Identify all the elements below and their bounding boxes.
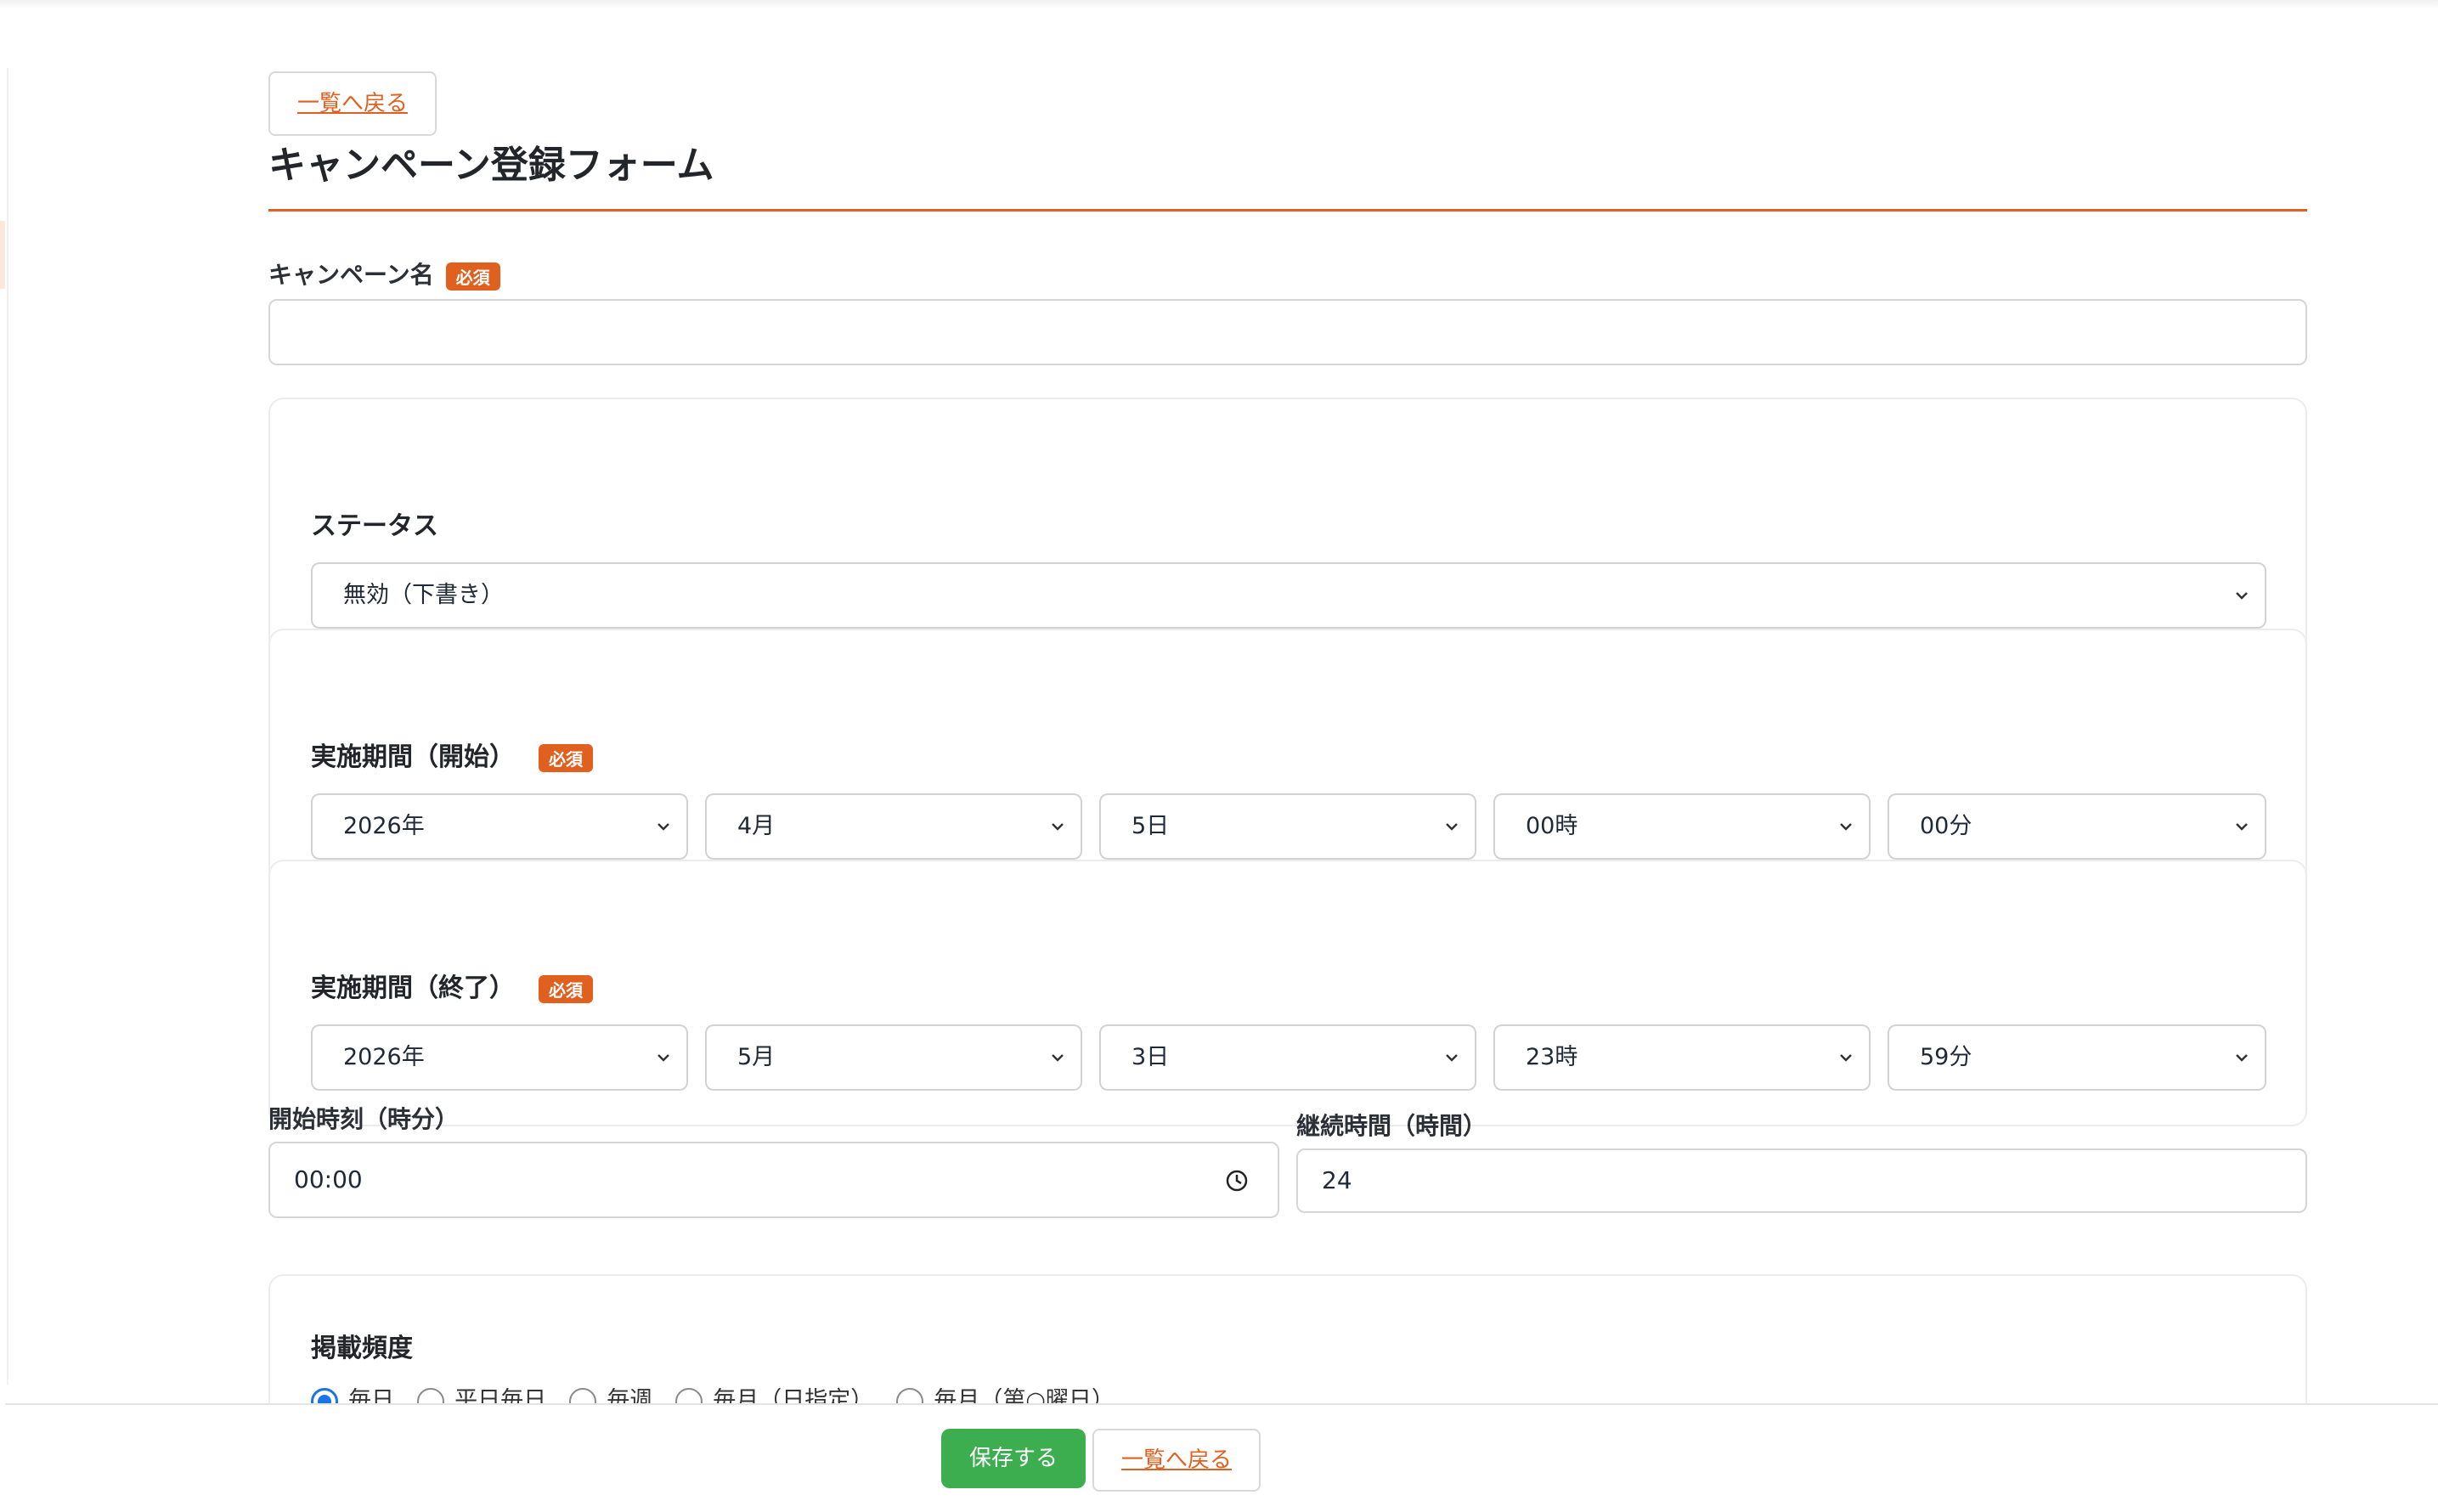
start-time-input[interactable]: 00:00 [268, 1142, 1279, 1218]
start-hour-value: 00時 [1526, 813, 1578, 839]
chevron-down-icon [1052, 1054, 1064, 1062]
chevron-down-icon [1446, 823, 1458, 831]
period-end-title: 実施期間（終了） 必須 [311, 967, 593, 1004]
start-year-select[interactable]: 2026年 [311, 793, 688, 860]
status-title: ステータス [311, 511, 438, 541]
status-select-value: 無効（下書き） [343, 582, 504, 608]
start-time-label: 開始時刻（時分） [268, 1105, 460, 1133]
end-year-value: 2026年 [343, 1044, 425, 1070]
end-day-select[interactable]: 3日 [1099, 1024, 1476, 1091]
period-end-card: 実施期間（終了） 必須 2026年 5月 3日 23時 59分 [268, 860, 2307, 1126]
status-select[interactable]: 無効（下書き） [311, 562, 2266, 629]
status-card: ステータス 無効（下書き） [268, 398, 2307, 664]
required-badge: 必須 [539, 744, 593, 772]
save-button[interactable]: 保存する [941, 1429, 1086, 1488]
end-minute-select[interactable]: 59分 [1888, 1024, 2266, 1091]
page-title: キャンペーン登録フォーム [268, 144, 714, 187]
clock-icon[interactable] [1225, 1169, 1249, 1193]
chevron-down-icon [1446, 1054, 1458, 1062]
duration-value: 24 [1322, 1166, 1352, 1194]
back-to-list-button[interactable]: 一覧へ戻る [268, 71, 437, 136]
start-month-value: 4月 [737, 813, 776, 839]
left-accent [0, 221, 5, 289]
start-year-value: 2026年 [343, 813, 425, 839]
left-divider [7, 68, 8, 1385]
start-minute-value: 00分 [1920, 813, 1972, 839]
campaign-name-label: キャンペーン名 必須 [268, 257, 500, 291]
sticky-footer: 保存する 一覧へ戻る [5, 1403, 2438, 1512]
campaign-name-label-text: キャンペーン名 [268, 261, 434, 289]
period-start-card: 実施期間（開始） 必須 2026年 4月 5日 00時 00分 [268, 629, 2307, 895]
start-day-select[interactable]: 5日 [1099, 793, 1476, 860]
frequency-title: 掲載頻度 [311, 1334, 413, 1363]
end-hour-select[interactable]: 23時 [1493, 1024, 1871, 1091]
chevron-down-icon [1840, 1054, 1852, 1062]
end-month-value: 5月 [737, 1044, 776, 1070]
end-day-value: 3日 [1132, 1044, 1170, 1070]
chevron-down-icon [657, 1054, 669, 1062]
chevron-down-icon [2236, 823, 2248, 831]
required-badge: 必須 [445, 262, 500, 291]
chevron-down-icon [2236, 592, 2248, 600]
end-year-select[interactable]: 2026年 [311, 1024, 688, 1091]
chevron-down-icon [657, 823, 669, 831]
start-hour-select[interactable]: 00時 [1493, 793, 1871, 860]
start-time-value: 00:00 [294, 1165, 363, 1193]
end-month-select[interactable]: 5月 [705, 1024, 1082, 1091]
required-badge: 必須 [539, 975, 593, 1003]
period-end-title-text: 実施期間（終了） [311, 973, 515, 1003]
period-start-title: 実施期間（開始） 必須 [311, 736, 593, 773]
back-to-list-button[interactable]: 一覧へ戻る [1092, 1429, 1261, 1492]
end-hour-value: 23時 [1526, 1044, 1578, 1070]
top-shadow [0, 0, 2438, 8]
start-month-select[interactable]: 4月 [705, 793, 1082, 860]
duration-label: 継続時間（時間） [1296, 1112, 1487, 1140]
start-day-value: 5日 [1132, 813, 1170, 839]
chevron-down-icon [1840, 823, 1852, 831]
period-start-title-text: 実施期間（開始） [311, 742, 515, 772]
title-divider [268, 209, 2307, 212]
start-minute-select[interactable]: 00分 [1888, 793, 2266, 860]
campaign-name-input[interactable] [268, 299, 2307, 365]
duration-input[interactable]: 24 [1296, 1148, 2307, 1213]
end-minute-value: 59分 [1920, 1044, 1972, 1070]
chevron-down-icon [1052, 823, 1064, 831]
chevron-down-icon [2236, 1054, 2248, 1062]
